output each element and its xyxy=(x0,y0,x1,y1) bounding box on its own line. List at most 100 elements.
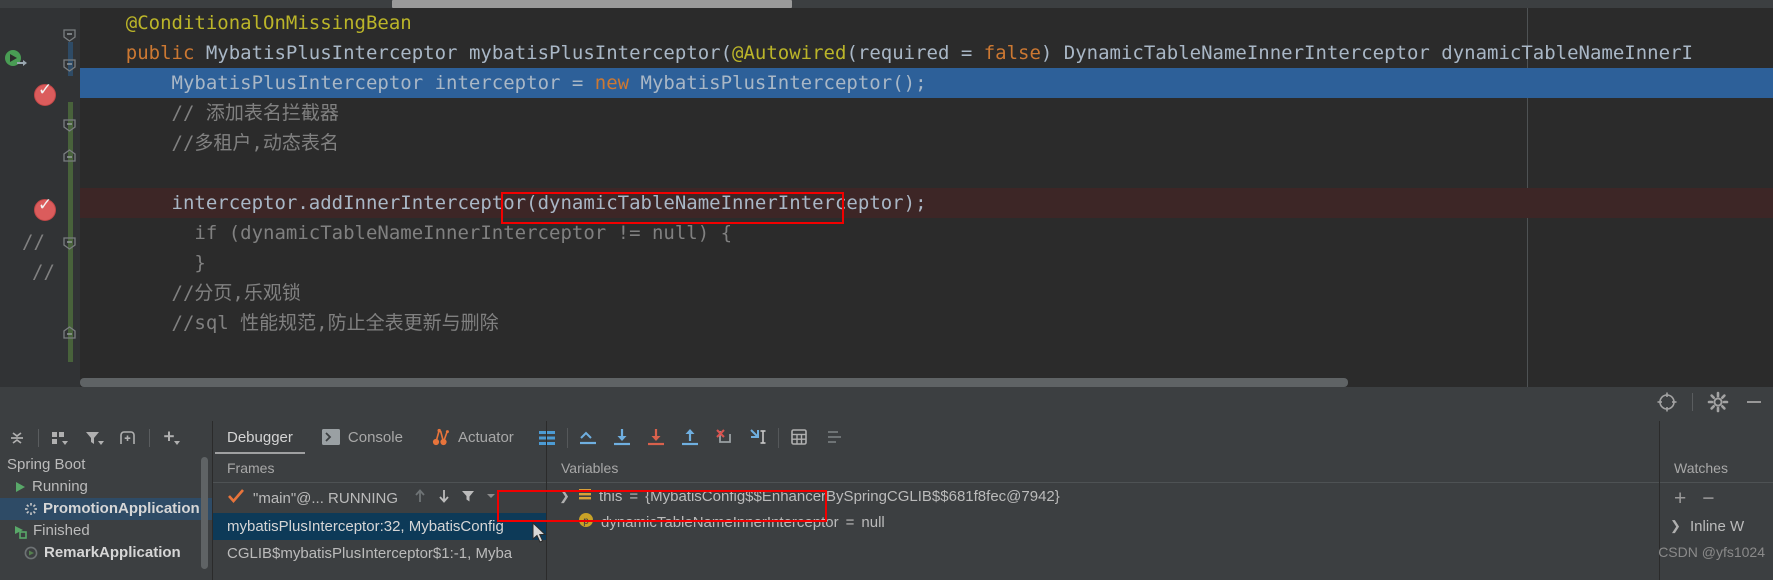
evaluate-expression-icon[interactable] xyxy=(788,427,810,449)
code-fold-icon[interactable] xyxy=(62,236,77,251)
run-tree-item[interactable]: Finished xyxy=(0,520,212,542)
code-editor[interactable]: // // @ConditionalOnMissingBean public M… xyxy=(0,0,1773,387)
variables-panel[interactable]: Variables ❯ this = {MybatisConfig$$Enhan… xyxy=(497,454,1659,580)
watch-item[interactable]: ❯ Inline W xyxy=(1660,513,1773,539)
code-token: MybatisPlusInterceptor() xyxy=(640,72,916,94)
tool-window-header xyxy=(0,387,1773,421)
code-text-area[interactable]: @ConditionalOnMissingBean public Mybatis… xyxy=(80,8,1773,387)
variable-row-dynamictablenameinnerinterceptor[interactable]: p dynamicTableNameInnerInterceptor = nul… xyxy=(547,509,1659,535)
code-token: MybatisPlusInterceptor mybatisPlusInterc… xyxy=(205,42,733,64)
filter-icon[interactable] xyxy=(460,488,476,508)
editor-horizontal-scrollbar[interactable] xyxy=(80,378,1348,387)
crosshair-settings-icon[interactable] xyxy=(1656,391,1678,413)
gear-icon[interactable] xyxy=(1707,391,1729,413)
code-token: //分页,乐观锁 xyxy=(171,282,301,304)
code-line[interactable]: public MybatisPlusInterceptor mybatisPlu… xyxy=(80,38,1773,68)
toolbar-divider xyxy=(566,427,568,448)
gray-app-icon xyxy=(24,546,39,561)
up-arrow-icon[interactable] xyxy=(412,488,428,508)
run-tree-item[interactable]: Running xyxy=(0,476,212,498)
variable-name: this xyxy=(599,487,623,505)
run-tree-scrollbar[interactable] xyxy=(201,457,208,569)
code-line[interactable]: //分页,乐观锁 xyxy=(80,278,1773,308)
run-tree-item[interactable]: Spring Boot xyxy=(0,454,212,476)
collapse-all-icon[interactable] xyxy=(0,425,34,451)
add-icon[interactable] xyxy=(154,425,188,451)
chevron-down-icon[interactable] xyxy=(484,489,498,507)
variable-row-this[interactable]: ❯ this = {MybatisConfig$$EnhancerBySprin… xyxy=(547,483,1659,509)
tab-debugger[interactable]: Debugger xyxy=(213,421,307,454)
code-line[interactable]: //sql 性能规范,防止全表更新与删除 xyxy=(80,308,1773,338)
run-gutter-icon[interactable] xyxy=(4,48,28,72)
add-tab-icon[interactable] xyxy=(111,425,145,451)
add-watch-button[interactable]: + xyxy=(1674,488,1686,509)
tab-debugger-label: Debugger xyxy=(227,429,293,446)
tab-actuator[interactable]: Actuator xyxy=(417,421,528,454)
code-token: (required = xyxy=(846,42,984,64)
frames-panel[interactable]: Frames "main"@... RUNNING mybatisPlusInt… xyxy=(213,454,546,580)
code-fold-icon[interactable] xyxy=(62,28,77,43)
run-tree-item[interactable]: PromotionApplication xyxy=(0,498,212,520)
green-rerun-icon xyxy=(13,524,28,539)
code-line[interactable] xyxy=(80,158,1773,188)
run-dashboard-toolbar[interactable] xyxy=(0,421,212,454)
frame-item[interactable]: CGLIB$mybatisPlusInterceptor$1:-1, Myba xyxy=(213,540,546,567)
group-by-icon[interactable] xyxy=(43,425,77,451)
code-fold-icon[interactable] xyxy=(62,118,77,133)
bottom-tool-window: Spring Boot Running PromotionApplication Fi… xyxy=(0,387,1773,580)
code-line[interactable]: } xyxy=(80,248,1773,278)
chevron-right-icon[interactable]: ❯ xyxy=(559,488,571,504)
code-token: false xyxy=(983,42,1041,64)
step-into-icon[interactable] xyxy=(645,427,667,449)
code-line[interactable]: interceptor.addInnerInterceptor(dynamicT… xyxy=(80,188,1773,218)
filter-icon[interactable] xyxy=(77,425,111,451)
code-fold-icon[interactable] xyxy=(62,148,77,163)
breakpoint-verified-icon[interactable] xyxy=(34,195,56,221)
run-configuration-tree[interactable]: Spring Boot Running PromotionApplication Fi… xyxy=(0,454,212,580)
editor-tab-indicator xyxy=(392,0,792,8)
toolbar-divider xyxy=(777,427,779,448)
tab-console[interactable]: Console xyxy=(307,421,417,454)
minimize-icon[interactable] xyxy=(1743,391,1765,413)
code-line[interactable]: // 添加表名拦截器 xyxy=(80,98,1773,128)
debugger-tab-bar[interactable]: Debugger Console Actuator xyxy=(213,421,1773,454)
code-line[interactable]: MybatisPlusInterceptor interceptor = new… xyxy=(80,68,1773,98)
code-line[interactable]: //多租户,动态表名 xyxy=(80,128,1773,158)
watches-panel[interactable]: Watches + − ❯ Inline W xyxy=(1660,454,1773,580)
variable-equals: = xyxy=(629,487,639,505)
tool-window-header-icons xyxy=(1656,391,1765,413)
mute-breakpoints-icon[interactable] xyxy=(824,427,846,449)
code-line[interactable]: @ConditionalOnMissingBean xyxy=(80,8,1773,38)
run-tree-item-label: Finished xyxy=(33,522,90,539)
frame-list[interactable]: mybatisPlusInterceptor:32, MybatisConfig… xyxy=(213,513,546,567)
down-arrow-icon[interactable] xyxy=(436,488,452,508)
variable-equals: = xyxy=(845,513,855,531)
breakpoint-verified-icon[interactable] xyxy=(34,80,56,106)
code-token: @Autowired xyxy=(732,42,847,64)
run-tree-item[interactable]: RemarkApplication xyxy=(0,542,212,564)
step-over-icon[interactable] xyxy=(611,427,633,449)
watches-toolbar[interactable]: + − xyxy=(1660,483,1773,513)
run-dashboard-panel[interactable]: Spring Boot Running PromotionApplication Fi… xyxy=(0,421,212,580)
vcs-change-marker-green xyxy=(68,102,73,362)
code-token: MybatisPlusInterceptor interceptor = xyxy=(171,72,595,94)
chevron-right-icon[interactable]: ❯ xyxy=(1670,518,1682,534)
code-line[interactable]: if (dynamicTableNameInnerInterceptor != … xyxy=(80,218,1773,248)
frame-item[interactable]: mybatisPlusInterceptor:32, MybatisConfig xyxy=(213,513,546,540)
code-fold-icon[interactable] xyxy=(62,325,77,340)
remove-watch-button[interactable]: − xyxy=(1702,488,1714,509)
code-fold-icon[interactable] xyxy=(62,58,77,73)
check-icon xyxy=(227,488,245,508)
run-tree-item-label: Running xyxy=(32,478,88,495)
run-to-cursor-icon[interactable] xyxy=(747,427,769,449)
force-step-into-icon[interactable] xyxy=(713,427,735,449)
frames-title: Frames xyxy=(227,460,275,476)
run-tree-item-label: RemarkApplication xyxy=(44,544,181,561)
show-execution-point-icon[interactable] xyxy=(577,427,599,449)
thread-selector[interactable]: "main"@... RUNNING xyxy=(213,483,546,513)
step-out-icon[interactable] xyxy=(679,427,701,449)
